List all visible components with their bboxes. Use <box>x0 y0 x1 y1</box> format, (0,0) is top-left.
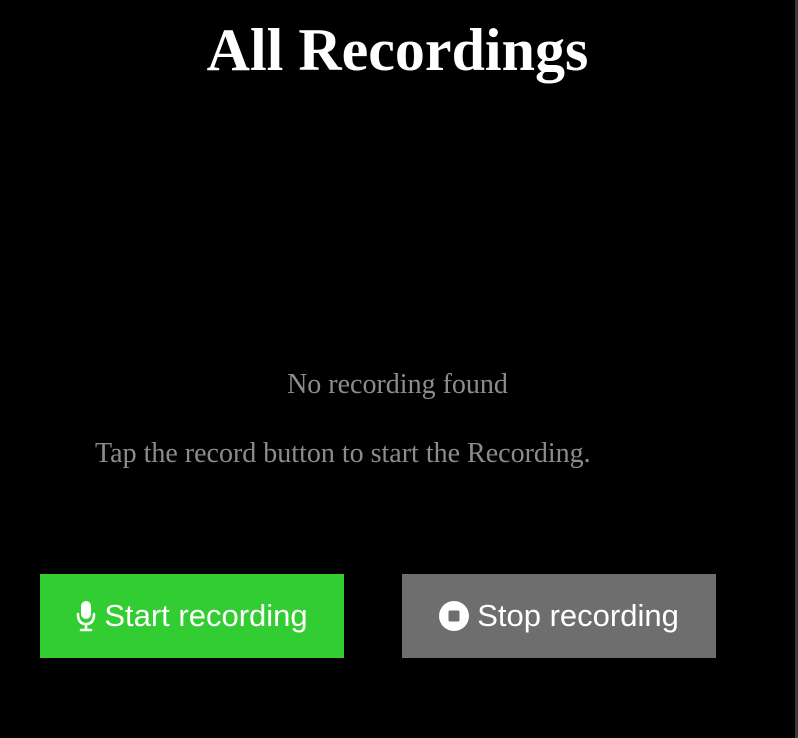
empty-state-heading: No recording found <box>287 369 508 400</box>
start-recording-label: Start recording <box>104 598 308 633</box>
microphone-icon <box>76 600 96 632</box>
start-recording-button[interactable]: Start recording <box>40 574 344 658</box>
stop-recording-label: Stop recording <box>477 598 679 633</box>
page-title: All Recordings <box>206 17 589 83</box>
stop-recording-button[interactable]: Stop recording <box>402 574 716 658</box>
recordings-screen: All Recordings No recording found Tap th… <box>0 0 798 738</box>
empty-state-hint: Tap the record button to start the Recor… <box>95 438 591 469</box>
stop-circle-icon <box>439 601 470 631</box>
